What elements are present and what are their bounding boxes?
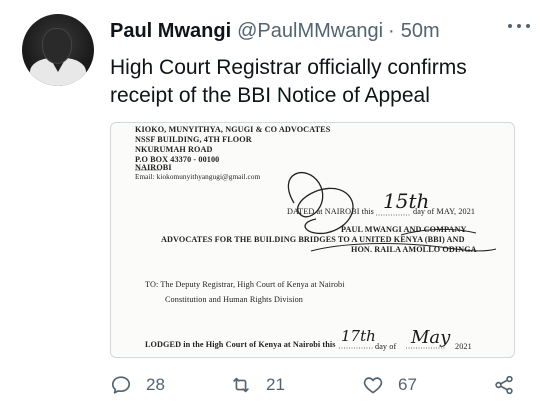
doc-dated: DATED at NAIROBI this (287, 207, 374, 216)
avatar-face (42, 28, 72, 64)
doc-lodged-day-handwritten: 17th (341, 327, 376, 345)
attached-document-image[interactable]: KIOKO, MUNYITHYA, NGUGI & CO ADVOCATES N… (110, 122, 515, 358)
doc-lodged-mid: day of (375, 342, 397, 351)
doc-to-line: TO: The Deputy Registrar, High Court of … (145, 280, 345, 289)
doc-building: NSSF BUILDING, 4TH FLOOR (135, 135, 252, 144)
tweet-header: Paul Mwangi @PaulMMwangi · 50m (110, 20, 440, 46)
doc-dated-rest: day of MAY, 2021 (413, 207, 476, 216)
reply-button[interactable]: 28 (110, 372, 165, 398)
tweet-time[interactable]: 50m (401, 20, 440, 43)
retweet-icon (233, 377, 249, 393)
like-button[interactable]: 67 (362, 372, 417, 398)
reply-icon (111, 376, 131, 394)
share-icon (495, 375, 513, 395)
doc-firm-name: KIOKO, MUNYITHYA, NGUGI & CO ADVOCATES (135, 125, 331, 134)
retweet-button[interactable]: 21 (230, 372, 285, 398)
doc-lodged: LODGED in the High Court of Kenya at Nai… (145, 340, 336, 349)
author-handle[interactable]: @PaulMMwangi (237, 20, 383, 43)
doc-division-line: Constitution and Human Rights Division (165, 295, 303, 304)
author-name[interactable]: Paul Mwangi (110, 20, 231, 43)
tweet-text: High Court Registrar officially confirms… (110, 56, 467, 107)
doc-lodged-month-handwritten: May (411, 327, 451, 348)
reply-count: 28 (146, 375, 165, 394)
doc-city: NAIROBI (135, 163, 172, 172)
share-button[interactable] (493, 372, 515, 398)
avatar[interactable] (22, 14, 94, 86)
doc-paul-mwangi-company: PAUL MWANGI AND COMPANY (341, 225, 467, 234)
retweet-count: 21 (266, 375, 285, 394)
like-count: 67 (398, 375, 417, 394)
doc-road: NKURUMAH ROAD (135, 145, 213, 154)
separator-dot: · (388, 20, 395, 42)
heart-icon (363, 377, 383, 394)
doc-hon-line: HON. RAILA AMOLLO ODINGA (351, 245, 477, 254)
doc-lodged-year: 2021 (455, 342, 472, 351)
more-options-icon[interactable] (508, 24, 530, 30)
tweet-action-bar: 28 21 67 (110, 372, 530, 398)
doc-email: Email: kiokomunyithyangugi@gmail.com (135, 173, 261, 181)
doc-advocates-line: ADVOCATES FOR THE BUILDING BRIDGES TO A … (161, 235, 465, 244)
